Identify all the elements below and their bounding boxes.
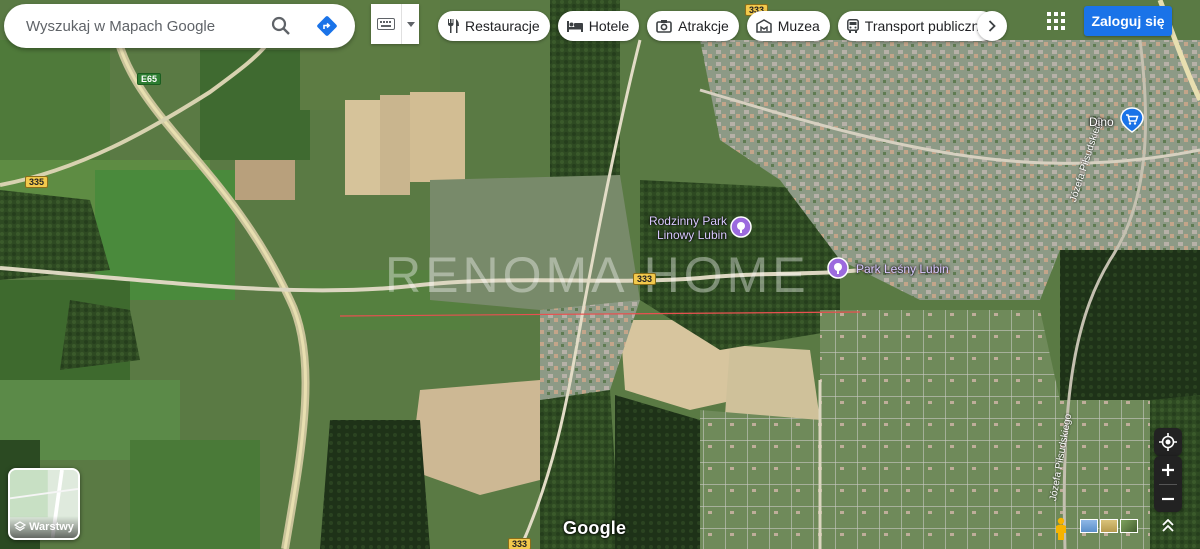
search-box <box>4 4 355 48</box>
zoom-control <box>1154 456 1182 512</box>
apps-grid-button[interactable] <box>1044 9 1068 33</box>
chip-hotels[interactable]: Hotele <box>557 11 640 41</box>
poi-pin-park-lesny[interactable] <box>827 257 849 284</box>
search-input[interactable] <box>26 17 263 35</box>
chevron-right-icon <box>988 20 996 32</box>
poi-label-dino[interactable]: Dino <box>1089 115 1114 129</box>
imagery-thumb[interactable] <box>1120 519 1138 533</box>
imagery-thumb[interactable] <box>1080 519 1098 533</box>
chip-transit[interactable]: Transport publiczny <box>837 11 997 41</box>
park-icon <box>827 257 849 279</box>
zoom-in-button[interactable] <box>1154 456 1182 484</box>
shopping-cart-icon <box>1120 107 1144 133</box>
poi-label-park-linowy[interactable]: Rodzinny Park Linowy Lubin <box>643 214 727 242</box>
keyboard-icon[interactable] <box>371 4 401 44</box>
poi-pin-park-linowy[interactable] <box>730 216 752 243</box>
directions-icon <box>317 16 337 36</box>
google-logo: Google <box>563 518 627 538</box>
layers-button[interactable]: Warstwy <box>8 468 80 540</box>
road-number-badge: 333 <box>508 538 532 549</box>
street-view-pegman[interactable] <box>1047 516 1075 542</box>
museum-icon <box>756 19 772 33</box>
plus-icon <box>1162 464 1174 476</box>
search-icon <box>271 16 290 35</box>
road-number-badge: 335 <box>25 176 49 188</box>
chip-label: Atrakcje <box>678 18 729 34</box>
poi-label-park-lesny[interactable]: Park Leśny Lubin <box>856 262 949 276</box>
chip-label: Transport publiczny <box>864 18 987 34</box>
chip-label: Hotele <box>588 18 630 34</box>
chip-attractions[interactable]: Atrakcje <box>647 11 739 41</box>
search-button[interactable] <box>263 8 299 44</box>
category-chips: Restauracje Hotele Atrakcje Muzea Transp… <box>438 11 997 41</box>
pegman-icon <box>1056 517 1066 540</box>
login-button[interactable]: Zaloguj się <box>1084 6 1172 36</box>
chip-restaurants[interactable]: Restauracje <box>438 11 550 41</box>
chip-label: Muzea <box>777 18 820 34</box>
road-number-badge: E65 <box>137 73 162 85</box>
imagery-thumb[interactable] <box>1100 519 1118 533</box>
poi-pin-dino[interactable] <box>1120 107 1144 138</box>
bus-icon <box>846 19 859 33</box>
layers-text: Warstwy <box>29 521 74 533</box>
imagery-thumbnails <box>1080 519 1138 533</box>
my-location-button[interactable] <box>1154 428 1182 456</box>
chevron-up-double-icon <box>1162 519 1174 532</box>
road-number-badge: 333 <box>633 273 657 285</box>
chip-label: Restauracje <box>465 18 540 34</box>
watermark-text: RENOMA HOME <box>385 247 810 303</box>
zoom-out-button[interactable] <box>1154 485 1182 513</box>
layers-label: Warstwy <box>10 516 78 538</box>
camera-icon <box>656 20 672 33</box>
chevron-down-icon[interactable] <box>401 4 419 44</box>
directions-button[interactable] <box>309 8 345 44</box>
chip-museums[interactable]: Muzea <box>746 11 830 41</box>
location-crosshair-icon <box>1159 433 1177 451</box>
fork-knife-icon <box>448 19 459 33</box>
minus-icon <box>1162 497 1174 501</box>
park-icon <box>730 216 752 238</box>
layers-icon <box>14 521 27 532</box>
expand-button[interactable] <box>1159 517 1177 535</box>
apps-grid-icon <box>1047 12 1065 30</box>
chips-next-button[interactable] <box>977 11 1007 41</box>
keyboard-toggle[interactable] <box>371 4 419 44</box>
bed-icon <box>566 21 583 32</box>
